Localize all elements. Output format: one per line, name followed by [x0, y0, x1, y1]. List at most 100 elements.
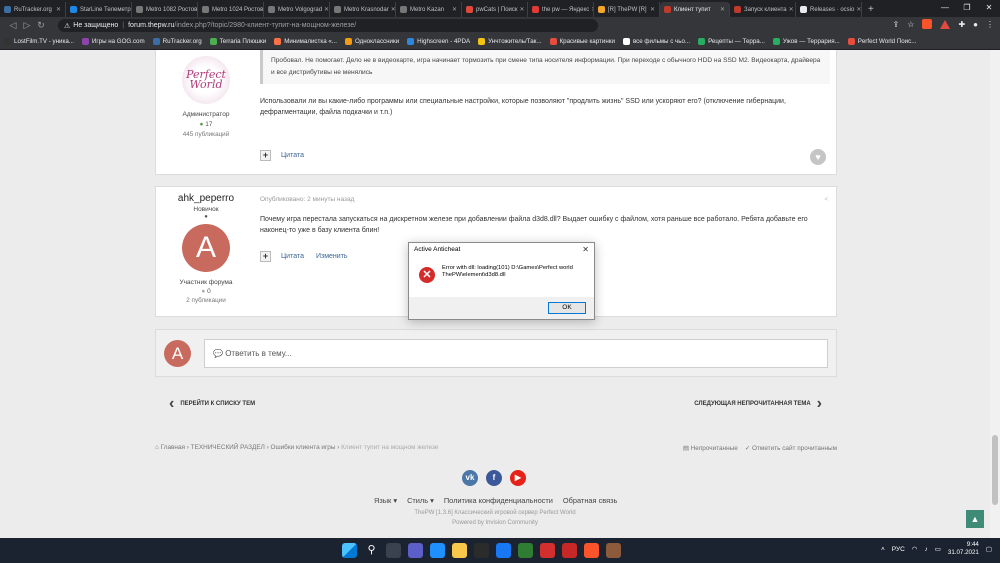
menu-icon[interactable]: ⋮ [986, 20, 994, 29]
tab-close-icon[interactable]: ✕ [648, 6, 655, 13]
language-menu[interactable]: Язык ▾ [374, 496, 397, 505]
share-icon[interactable]: ⇪ [893, 20, 900, 29]
battery-icon[interactable]: ▭ [935, 545, 941, 553]
style-menu[interactable]: Стиль ▾ [407, 496, 434, 505]
breadcrumb-subsection[interactable]: Ошибки клиента игры [271, 444, 336, 451]
scroll-to-top-button[interactable]: ▲ [966, 510, 984, 528]
browser-tab[interactable]: Metro 1082 Ростов✕ [132, 2, 198, 17]
maximize-button[interactable]: ❐ [956, 0, 978, 15]
chat-icon[interactable] [408, 543, 423, 558]
bookmark-star-icon[interactable]: ☆ [907, 20, 914, 29]
bookmark-item[interactable]: Highscreen - 4PDA [407, 38, 470, 45]
bookmark-item[interactable]: Одноклассники [344, 38, 399, 45]
language-indicator[interactable]: РУС [892, 546, 905, 553]
url-input[interactable]: ⚠ Не защищено | forum.thepw.ru /index.ph… [58, 19, 598, 32]
brave-shield-icon[interactable] [922, 19, 933, 29]
store-icon[interactable] [474, 543, 489, 558]
page-scrollbar[interactable] [990, 50, 1000, 538]
mark-read-link[interactable]: ✓ Отметить сайт прочитанным [745, 445, 837, 452]
minimize-button[interactable]: — [934, 0, 956, 15]
facebook-icon[interactable]: f [486, 470, 502, 486]
reply-input[interactable]: 💬 Ответить в тему... [204, 339, 828, 368]
close-window-button[interactable]: ✕ [978, 0, 1000, 15]
browser-tab[interactable]: Releases · ocsio ✕ [796, 2, 862, 17]
multiquote-button[interactable]: + [260, 150, 271, 161]
edge-icon[interactable] [430, 543, 445, 558]
browser-tab[interactable]: pwCats | Поиск ✕ [462, 2, 528, 17]
share-icon[interactable]: < [824, 197, 828, 203]
bookmark-item[interactable]: Минималистка «... [274, 38, 337, 45]
tray-chevron-icon[interactable]: ˄ [881, 546, 885, 553]
youtube-icon[interactable]: ▶ [510, 470, 526, 486]
back-icon[interactable]: ◁ [6, 20, 20, 31]
app-icon[interactable] [540, 543, 555, 558]
perfect-world-icon[interactable] [606, 543, 621, 558]
wifi-icon[interactable]: ◠ [912, 545, 918, 553]
browser-tab[interactable]: Metro Volgograd ✕ [264, 2, 330, 17]
tab-close-icon[interactable]: ✕ [389, 6, 395, 13]
unread-link[interactable]: ▤ Непрочитанные [683, 445, 738, 452]
tab-close-icon[interactable]: ✕ [518, 6, 525, 13]
like-icon[interactable]: ♥ [810, 149, 826, 165]
bookmark-item[interactable]: Рецепты — Терра... [698, 38, 765, 45]
user-avatar[interactable]: A [182, 224, 230, 272]
bookmark-item[interactable]: все фильмы с чьо... [622, 38, 690, 45]
browser-tab[interactable]: Metro 1024 Ростов✕ [198, 2, 264, 17]
profile-icon[interactable]: ● [973, 20, 978, 29]
back-to-topics-link[interactable]: ‹ ПЕРЕЙТИ К СПИСКУ ТЕМ [163, 395, 255, 413]
bookmark-item[interactable]: Игры на GOG.com [81, 38, 145, 45]
new-tab-button[interactable]: + [862, 2, 880, 17]
author-username[interactable]: ahk_peperro [156, 193, 256, 204]
browser-tab[interactable]: Клиент тупит ✕ [660, 2, 730, 17]
warning-icon[interactable]: ⚠ [64, 22, 70, 30]
multiquote-button[interactable]: + [260, 251, 271, 262]
browser-tab[interactable]: RuTracker.org ✕ [0, 2, 66, 17]
clock[interactable]: 9:44 31.07.2021 [948, 541, 979, 557]
browser-tab[interactable]: StarLine Телеметрия✕ [66, 2, 132, 17]
contact-link[interactable]: Обратная связь [563, 496, 617, 505]
search-icon[interactable]: ⚲ [364, 543, 379, 558]
bookmark-item[interactable]: LostFilm.TV - уника... [4, 38, 74, 45]
ok-button[interactable]: OK [548, 302, 586, 314]
bookmark-item[interactable]: RuTracker.org [152, 38, 202, 45]
bookmark-item[interactable]: Terraria Плюшки [209, 38, 266, 45]
tab-close-icon[interactable]: ✕ [854, 6, 861, 13]
extensions-icon[interactable]: ✚ [958, 20, 965, 29]
task-view-icon[interactable] [386, 543, 401, 558]
privacy-link[interactable]: Политика конфиденциальности [444, 496, 553, 505]
vk-icon[interactable]: vk [462, 470, 478, 486]
quote-button[interactable]: Цитата [281, 253, 304, 260]
notifications-icon[interactable]: ▢ [986, 545, 992, 553]
browser-tab[interactable]: Metro Krasnodar ✕ [330, 2, 396, 17]
tab-close-icon[interactable]: ✕ [450, 6, 457, 13]
tab-close-icon[interactable]: ✕ [322, 6, 329, 13]
reload-icon[interactable]: ↻ [34, 20, 48, 31]
next-unread-link[interactable]: СЛЕДУЮЩАЯ НЕПРОЧИТАННАЯ ТЕМА › [694, 395, 828, 413]
game-icon[interactable] [562, 543, 577, 558]
tab-close-icon[interactable]: ✕ [54, 6, 61, 13]
tab-close-icon[interactable]: ✕ [718, 6, 725, 13]
start-icon[interactable] [342, 543, 357, 558]
quote-button[interactable]: Цитата [281, 152, 304, 159]
bookmark-item[interactable]: Ужов — Террария... [772, 38, 840, 45]
tab-close-icon[interactable]: ✕ [787, 6, 794, 13]
my-avatar[interactable]: A [164, 340, 191, 367]
browser-tab[interactable]: Запуск клиента ✕ [730, 2, 796, 17]
zoom-icon[interactable] [496, 543, 511, 558]
bookmark-item[interactable]: Perfect World Поис... [847, 38, 916, 45]
breadcrumb-section[interactable]: ТЕХНИЧЕСКИЙ РАЗДЕЛ [191, 444, 265, 451]
brave-icon[interactable] [584, 543, 599, 558]
browser-tab[interactable]: [R] ThePW [R] ✕ [594, 2, 660, 17]
forward-icon[interactable]: ▷ [20, 20, 34, 31]
edit-button[interactable]: Изменить [316, 253, 348, 260]
volume-icon[interactable]: ♪ [924, 546, 927, 553]
bookmark-item[interactable]: Красивые картинки [549, 38, 615, 45]
brave-rewards-icon[interactable] [940, 19, 951, 29]
browser-tab[interactable]: Metro Kazan ✕ [396, 2, 462, 17]
dialog-close-icon[interactable]: ✕ [582, 246, 589, 254]
admin-avatar[interactable]: Perfect World [182, 56, 230, 104]
bookmark-item[interactable]: Унчтожитель/Так... [478, 38, 542, 45]
app-icon[interactable] [518, 543, 533, 558]
breadcrumb-home[interactable]: Главная [161, 444, 185, 451]
browser-tab[interactable]: the pw — Яндекс✕ [528, 2, 594, 17]
